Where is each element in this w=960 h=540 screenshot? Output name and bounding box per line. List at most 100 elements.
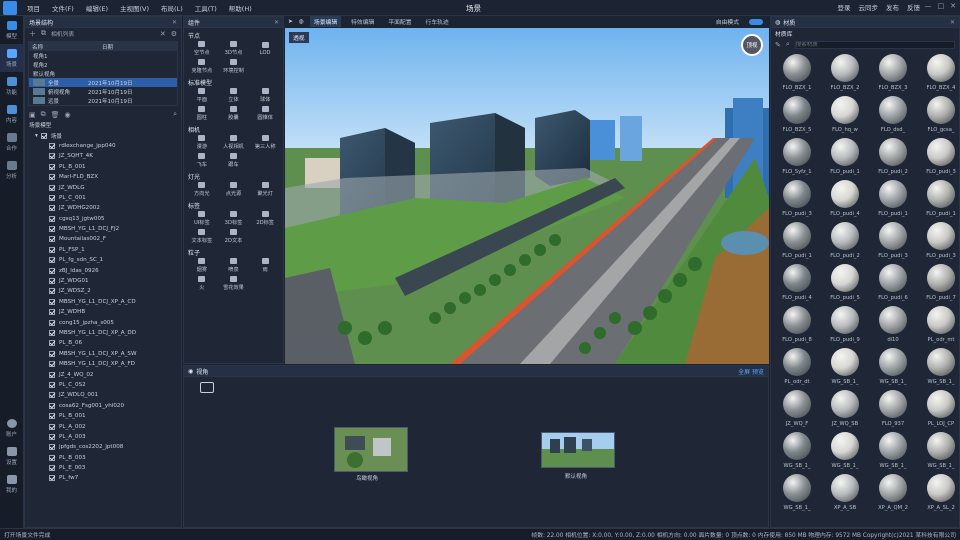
close-icon[interactable]: ✕ <box>274 19 279 26</box>
visibility-checkbox[interactable] <box>49 371 55 378</box>
component-group-title[interactable]: 粒子 <box>184 247 283 257</box>
tree-item[interactable]: jpfgds_cos2202_jpt008 <box>25 442 181 452</box>
component-item[interactable]: 雨 <box>249 257 281 274</box>
tree-item[interactable]: PL_B_001 <box>25 411 181 421</box>
tree-item[interactable]: Marl-FLD_BZX <box>25 172 181 182</box>
visibility-checkbox[interactable] <box>49 205 55 212</box>
close-icon[interactable]: ✕ <box>950 2 956 10</box>
component-item[interactable]: 第三人称 <box>249 134 281 151</box>
visibility-checkbox[interactable] <box>49 350 55 357</box>
material-item[interactable]: FLO_pudi_7 <box>919 262 960 304</box>
tree-item[interactable]: PL_B_003 <box>25 453 181 463</box>
nav-function[interactable]: 功能 <box>0 72 23 100</box>
material-item[interactable]: WG_SB_1_ <box>919 346 960 388</box>
component-item[interactable]: 烟雾 <box>186 257 218 274</box>
material-item[interactable]: FLO_pudi_2 <box>871 136 915 178</box>
material-item[interactable]: FLO_hq_w <box>823 94 867 136</box>
close-icon[interactable]: ✕ <box>172 19 177 26</box>
tree-item[interactable]: MBSH_YG_L1_DCJ_XP_A_FD <box>25 359 181 369</box>
sync-button[interactable]: 云同步 <box>859 2 879 12</box>
component-item[interactable]: 克隆节点 <box>186 58 218 75</box>
3d-viewport[interactable]: 透视 顶视 <box>285 28 769 364</box>
camera-row[interactable]: 视角2 <box>29 60 177 69</box>
component-item[interactable]: 火 <box>186 275 218 292</box>
visibility-checkbox[interactable] <box>49 153 55 160</box>
visibility-checkbox[interactable] <box>49 309 55 316</box>
mode-toggle[interactable] <box>749 18 763 25</box>
visibility-checkbox[interactable] <box>49 288 55 295</box>
tree-item[interactable]: PL_A_002 <box>25 421 181 431</box>
tree-item[interactable]: PL_B_06 <box>25 338 181 348</box>
material-item[interactable]: FLO_BZX_4 <box>919 52 960 94</box>
material-item[interactable]: PL_LOJ_CP <box>919 388 960 430</box>
tree-root[interactable]: ▾ 场景 <box>25 130 181 140</box>
material-item[interactable]: FLO_pudi_5 <box>823 262 867 304</box>
visibility-checkbox[interactable] <box>49 330 55 336</box>
camera-row[interactable]: 远景 2021年10月19日 <box>29 96 177 105</box>
material-search-input[interactable] <box>794 40 955 49</box>
tree-item[interactable]: JZ_WDSZ_2 <box>25 286 181 296</box>
material-item[interactable]: WG_SB_1_ <box>919 430 960 472</box>
visibility-checkbox[interactable] <box>49 413 55 420</box>
material-item[interactable]: FLO_pudi_3 <box>919 220 960 262</box>
view-label[interactable]: 透视 <box>289 32 309 43</box>
nav-settings[interactable]: 设置 <box>0 442 23 470</box>
tree-item[interactable]: cgsq13_jgtw005 <box>25 214 181 224</box>
nav-analysis[interactable]: 分析 <box>0 156 23 184</box>
component-item[interactable]: 胶囊 <box>218 105 250 122</box>
visibility-checkbox[interactable] <box>40 132 47 139</box>
material-item[interactable]: WG_SB_1_ <box>775 430 819 472</box>
visibility-checkbox[interactable] <box>49 257 55 264</box>
material-item[interactable]: FLO_pudi_2 <box>823 220 867 262</box>
tree-item[interactable]: PL_E_003 <box>25 463 181 473</box>
search-icon[interactable]: ⌕ <box>786 40 790 49</box>
visibility-checkbox[interactable] <box>49 475 55 482</box>
material-item[interactable]: FLO_pudi_4 <box>823 178 867 220</box>
copy-icon[interactable]: ⧉ <box>41 29 46 38</box>
component-group-title[interactable]: 标准模型 <box>184 77 283 87</box>
tree-item[interactable]: PL_fw7 <box>25 473 181 483</box>
component-item[interactable]: 点光源 <box>218 181 250 198</box>
tree-item[interactable]: zBJ_ldas_0926 <box>25 265 181 275</box>
material-item[interactable]: FLO_pudi_3 <box>919 136 960 178</box>
pipette-icon[interactable]: ✎ <box>775 41 781 49</box>
visibility-checkbox[interactable] <box>49 163 55 170</box>
camera-shot[interactable] <box>334 427 408 472</box>
maximize-icon[interactable]: □ <box>938 2 945 10</box>
tab-plane-config[interactable]: 平面配置 <box>384 16 415 27</box>
component-item[interactable]: 漫游 <box>186 134 218 151</box>
component-item[interactable]: UI标签 <box>186 210 218 227</box>
material-item[interactable]: FLO_937 <box>871 388 915 430</box>
visibility-checkbox[interactable] <box>49 184 55 191</box>
component-item[interactable]: LOD <box>249 40 281 57</box>
tab-effect-edit[interactable]: 特效编辑 <box>347 16 378 27</box>
material-item[interactable]: FLO_pudi_8 <box>775 304 819 346</box>
component-item[interactable]: 2D文本 <box>218 228 250 245</box>
component-item[interactable]: 跟车 <box>218 152 250 169</box>
close-icon[interactable]: ✕ <box>950 19 955 26</box>
publish-button[interactable]: 发布 <box>886 2 899 12</box>
tree-item[interactable]: PL_FSP_1 <box>25 245 181 255</box>
feedback-button[interactable]: 反馈 <box>907 2 920 12</box>
component-group-title[interactable]: 相机 <box>184 124 283 134</box>
component-item[interactable]: 球体 <box>249 87 281 104</box>
material-item[interactable]: FLO_pudi_1 <box>823 136 867 178</box>
component-item[interactable]: 空节点 <box>186 40 218 57</box>
menu-view[interactable]: 主视图(V) <box>114 3 155 13</box>
component-item[interactable]: 平面 <box>186 87 218 104</box>
material-item[interactable]: JZ_WQ_F <box>775 388 819 430</box>
material-item[interactable]: WG_SB_1_ <box>823 430 867 472</box>
material-item[interactable]: FLO_BZX_2 <box>823 52 867 94</box>
component-item[interactable]: 3D标签 <box>218 210 250 227</box>
tree-item[interactable]: PL_A_003 <box>25 432 181 442</box>
material-item[interactable]: XP_A_SL_2 <box>919 472 960 514</box>
search-icon[interactable]: ⌕ <box>173 110 177 119</box>
chevron-down-icon[interactable]: ▾ <box>35 133 38 139</box>
visibility-checkbox[interactable] <box>49 465 55 472</box>
material-item[interactable]: WG_SB_1_ <box>775 472 819 514</box>
tab-trajectory[interactable]: 行车轨迹 <box>422 16 453 27</box>
minimize-icon[interactable]: — <box>925 2 932 10</box>
material-item[interactable]: XP_A_QM_2 <box>871 472 915 514</box>
tree-item[interactable]: cong15_jpzha_s005 <box>25 317 181 327</box>
visibility-checkbox[interactable] <box>49 215 55 222</box>
